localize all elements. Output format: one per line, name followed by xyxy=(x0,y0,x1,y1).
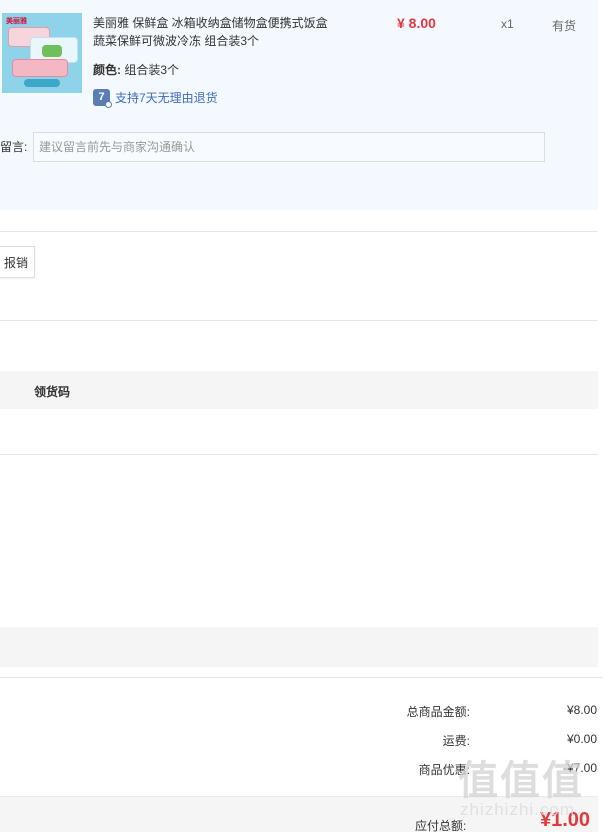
container-icon xyxy=(12,59,68,77)
seven-day-return-icon: 7 xyxy=(93,88,112,108)
remark-input[interactable] xyxy=(33,132,545,162)
product-image[interactable]: 美丽雅 xyxy=(2,13,82,93)
pickup-code-title: 领货码 xyxy=(34,385,71,399)
divider xyxy=(0,677,603,678)
summary-label: 运费: xyxy=(442,734,470,748)
pickup-code-header: 领货码 xyxy=(0,371,598,409)
brand-logo: 美丽雅 xyxy=(6,18,27,25)
spec-label: 颜色: xyxy=(93,63,121,77)
return-policy[interactable]: 7 支持7天无理由退货 xyxy=(93,88,218,108)
product-quantity: x1 xyxy=(501,17,514,31)
divider xyxy=(0,231,598,232)
product-title[interactable]: 美丽雅 保鲜盒 冰箱收纳盒储物盒便携式饭盒 蔬菜保鲜可微波冷冻 组合装3个 xyxy=(93,14,343,50)
vegetable-icon xyxy=(42,45,62,57)
return-policy-text[interactable]: 支持7天无理由退货 xyxy=(115,89,218,106)
stock-status: 有货 xyxy=(552,19,577,33)
order-item-panel: 美丽雅 美丽雅 保鲜盒 冰箱收纳盒储物盒便携式饭盒 蔬菜保鲜可微波冷冻 组合装3… xyxy=(0,0,598,210)
reimburse-button[interactable]: 报销 xyxy=(0,246,35,278)
product-spec: 颜色: 组合装3个 xyxy=(93,61,179,78)
summary-value: -¥7.00 xyxy=(562,761,597,775)
divider xyxy=(0,320,598,321)
summary-total-goods: 总商品金额: ¥8.00 xyxy=(297,703,597,721)
payable-label: 应付总额: xyxy=(415,819,467,832)
remark-label: 留言: xyxy=(0,140,28,154)
divider xyxy=(0,454,598,455)
summary-discount: 商品优惠: -¥7.00 xyxy=(297,761,597,779)
summary-label: 总商品金额: xyxy=(406,705,470,719)
payable-amount: ¥1.00 xyxy=(540,809,591,831)
lid-icon xyxy=(24,79,60,87)
product-title-line[interactable]: 美丽雅 保鲜盒 冰箱收纳盒储物盒便携式饭盒 xyxy=(93,14,343,32)
product-price: ¥ 8.00 xyxy=(397,15,436,31)
summary-value: ¥0.00 xyxy=(566,732,597,746)
product-title-line[interactable]: 蔬菜保鲜可微波冷冻 组合装3个 xyxy=(93,32,343,50)
summary-value: ¥8.00 xyxy=(566,703,597,717)
summary-shipping: 运费: ¥0.00 xyxy=(297,732,597,750)
summary-label: 商品优惠: xyxy=(418,763,470,777)
section-footer xyxy=(0,627,598,667)
spec-value: 组合装3个 xyxy=(124,63,180,77)
payable-bar: 应付总额: ¥1.00 xyxy=(0,796,598,832)
